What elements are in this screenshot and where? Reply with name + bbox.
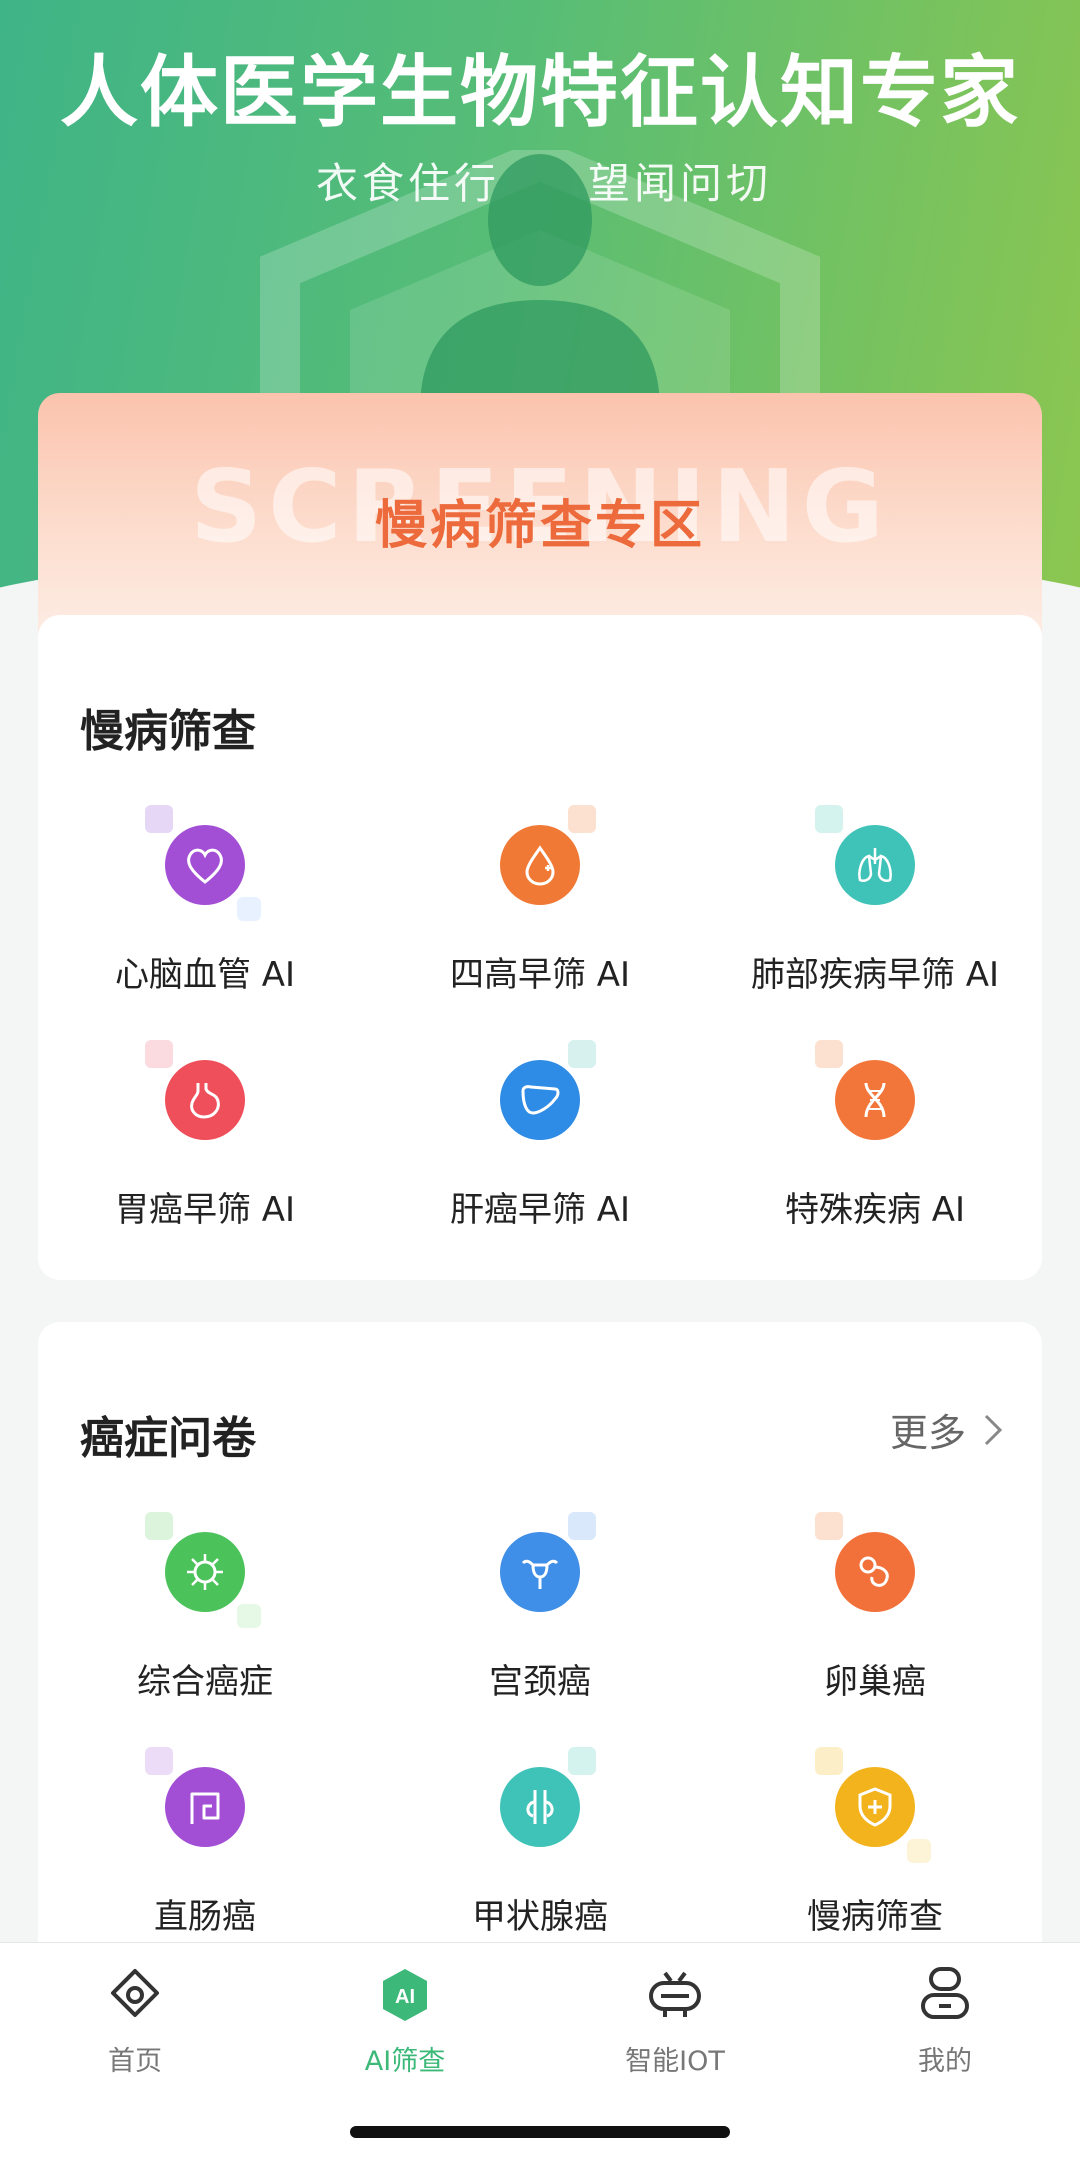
heart-icon: [165, 825, 245, 905]
grid-item-rectal[interactable]: 直肠癌: [38, 1747, 372, 1938]
tab-label: 我的: [918, 2046, 972, 2077]
svg-text:AI: AI: [395, 1986, 415, 2008]
item-label: 胃癌早筛 AI: [114, 1190, 296, 1230]
section-title: 慢病筛查: [80, 706, 256, 757]
more-link[interactable]: 更多: [890, 1402, 1004, 1457]
ovary-icon: [835, 1532, 915, 1612]
item-label: 慢病筛查: [807, 1897, 943, 1937]
grid-item-cardio[interactable]: 心脑血管 AI: [38, 805, 372, 996]
home-indicator[interactable]: [350, 2126, 730, 2138]
virus-icon: [165, 1532, 245, 1612]
grid-item-stomach[interactable]: 胃癌早筛 AI: [38, 1040, 372, 1231]
item-label: 四高早筛 AI: [449, 955, 631, 995]
grid-item-chronic-screening[interactable]: 慢病筛查: [708, 1747, 1042, 1938]
grid-item-general-cancer[interactable]: 综合癌症: [38, 1512, 372, 1703]
hero-subtitle-right: 望闻问切: [588, 159, 773, 208]
grid-item-lungs[interactable]: 肺部疾病早筛 AI: [708, 805, 1042, 996]
tab-smart-iot[interactable]: 智能IOT: [540, 1965, 810, 2078]
tab-mine[interactable]: 我的: [810, 1965, 1080, 2078]
tab-label: AI筛查: [364, 2046, 446, 2077]
item-label: 甲状腺癌: [472, 1897, 608, 1937]
item-label: 肝癌早筛 AI: [449, 1190, 631, 1230]
grid-item-special[interactable]: 特殊疾病 AI: [708, 1040, 1042, 1231]
thyroid-icon: [500, 1767, 580, 1847]
item-label: 直肠癌: [154, 1897, 256, 1937]
more-label: 更多: [889, 1411, 966, 1455]
grid-item-ovarian[interactable]: 卵巢癌: [708, 1512, 1042, 1703]
tab-home[interactable]: 首页: [0, 1965, 270, 2078]
robot-icon: [649, 1971, 701, 2017]
item-label: 卵巢癌: [824, 1662, 926, 1702]
home-icon: [111, 1969, 159, 2017]
intestine-icon: [165, 1767, 245, 1847]
item-label: 特殊疾病 AI: [784, 1190, 966, 1230]
stomach-icon: [165, 1060, 245, 1140]
grid-item-four-highs[interactable]: 四高早筛 AI: [373, 805, 707, 996]
cancer-questionnaire-card: 癌症问卷 更多 综合癌症 宫颈癌 卵巢癌 直肠癌 甲状腺癌 慢病筛查: [38, 1322, 1042, 1942]
blood-drop-icon: [500, 825, 580, 905]
section-title: 癌症问卷: [80, 1413, 256, 1464]
chevron-right-icon: [984, 1414, 1003, 1445]
hero-subtitle-left: 衣食住行: [316, 159, 501, 208]
uterus-icon: [500, 1532, 580, 1612]
banner-title: 慢病筛查专区: [374, 496, 705, 556]
item-label: 宫颈癌: [489, 1662, 591, 1702]
grid-item-cervical[interactable]: 宫颈癌: [373, 1512, 707, 1703]
item-label: 肺部疾病早筛 AI: [750, 955, 1000, 995]
liver-icon: [500, 1060, 580, 1140]
app-title: 人体医学生物特征认知专家: [59, 48, 1020, 138]
grid-item-liver[interactable]: 肝癌早筛 AI: [373, 1040, 707, 1231]
item-label: 心脑血管 AI: [114, 955, 296, 995]
chronic-screening-card: 慢病筛查 心脑血管 AI 四高早筛 AI 肺部疾病早筛 AI 胃癌早筛 AI 肝…: [38, 615, 1042, 1280]
user-icon: [921, 1967, 969, 2019]
item-label: 综合癌症: [137, 1662, 273, 1702]
shield-plus-icon: [835, 1767, 915, 1847]
lungs-icon: [835, 825, 915, 905]
dna-icon: [835, 1060, 915, 1140]
tab-label: 智能IOT: [625, 2046, 725, 2077]
tab-ai-screening[interactable]: AI AI筛查: [270, 1965, 540, 2078]
tab-label: 首页: [108, 2046, 162, 2077]
grid-item-thyroid[interactable]: 甲状腺癌: [373, 1747, 707, 1938]
ai-hexagon-icon: AI: [383, 1969, 427, 2021]
